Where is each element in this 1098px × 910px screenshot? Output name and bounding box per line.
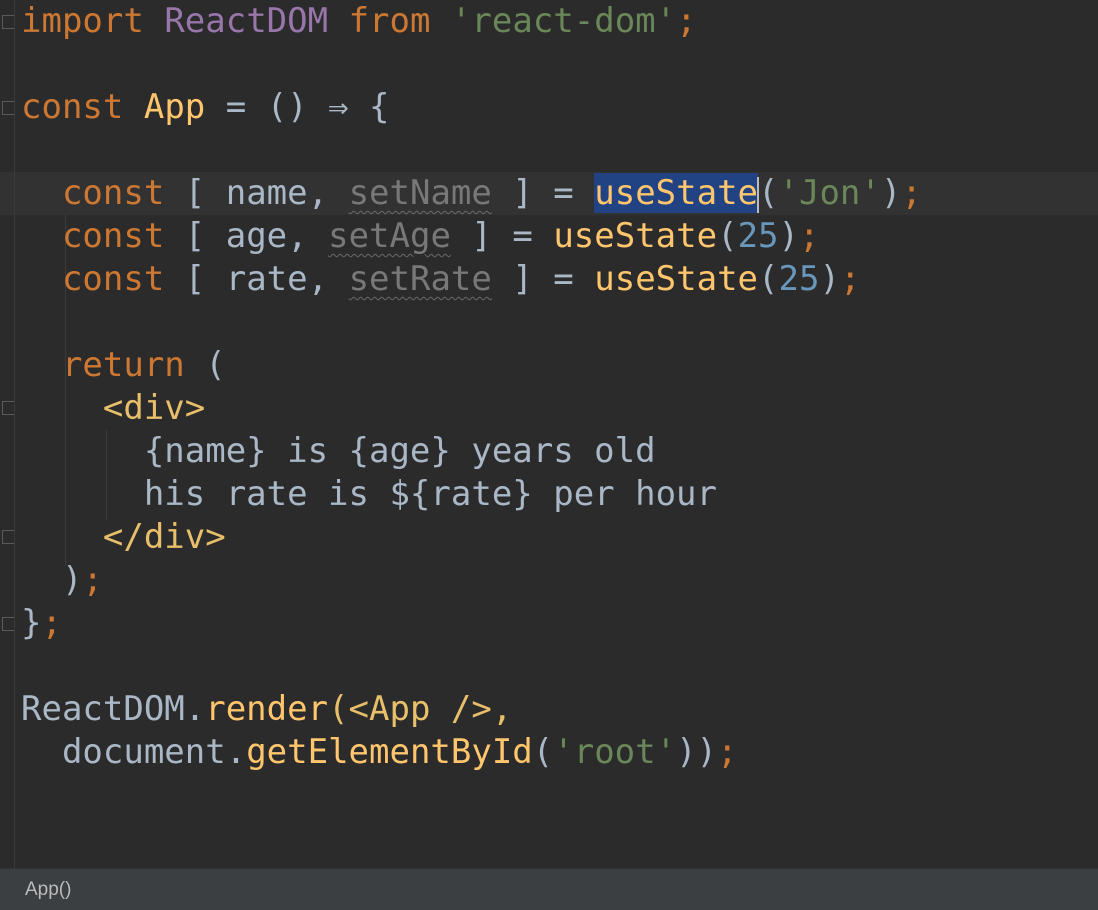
breadcrumb-item[interactable]: App() [25, 869, 71, 910]
keyword-from: from [348, 1, 431, 41]
code-line-17: ReactDOM.render(<App />, [21, 688, 512, 731]
code-line-10: <div> [21, 387, 205, 430]
identifier-app: App [143, 87, 206, 127]
code-line-13: </div> [21, 516, 226, 559]
method-render: render [205, 689, 329, 729]
paren: ) [880, 173, 902, 213]
paren: )) [676, 732, 718, 772]
code-line-5: const [ name, setName ] = useState('Jon'… [21, 172, 922, 215]
semicolon: ; [82, 560, 103, 600]
brace: } [21, 603, 42, 643]
paren: ( [758, 259, 779, 299]
fold-icon[interactable] [2, 15, 14, 29]
destructure-open: [ age, [184, 216, 308, 256]
hook-call: useState [594, 259, 759, 299]
destructure-close: ] = [512, 173, 574, 213]
number-arg: 25 [778, 259, 820, 299]
identifier-reactdom: ReactDOM. [21, 689, 206, 729]
jsx-text: {name} is {age} years old [143, 431, 656, 471]
paren: ( [758, 173, 779, 213]
destructure-open: [ name, [184, 173, 329, 213]
code-line-6: const [ age, setAge ] = useState(25); [21, 215, 820, 258]
paren: ( [717, 216, 738, 256]
keyword-const: const [61, 216, 165, 256]
paren: ( [205, 345, 226, 385]
semicolon: ; [676, 1, 697, 41]
semicolon: ; [839, 259, 861, 299]
paren: ) [778, 216, 800, 256]
method-getelementbyid: getElementById [246, 732, 533, 772]
jsx-text: his rate is ${rate} per hour [143, 474, 717, 514]
paren: ) [61, 560, 83, 600]
fold-icon[interactable] [2, 401, 14, 415]
unused-setter: setRate [348, 259, 492, 299]
number-arg: 25 [737, 216, 779, 256]
keyword-const: const [21, 87, 124, 127]
jsx-app-element: (<App />, [328, 689, 513, 729]
unused-setter: setAge [328, 216, 451, 256]
code-line-9: return ( [21, 344, 226, 387]
ide-window: import ReactDOM from 'react-dom'; const … [0, 0, 1098, 910]
string-arg: 'root' [553, 732, 677, 772]
fold-icon[interactable] [2, 101, 14, 115]
keyword-const: const [61, 259, 165, 299]
jsx-close-tag: </div> [102, 517, 226, 557]
breadcrumb-bar: App() [0, 868, 1098, 910]
fold-icon[interactable] [2, 530, 14, 544]
string-module: 'react-dom' [450, 1, 677, 41]
keyword-import: import [21, 1, 144, 41]
string-arg: 'Jon' [778, 173, 881, 213]
code-line-1: import ReactDOM from 'react-dom'; [21, 0, 697, 43]
semicolon: ; [41, 603, 62, 643]
paren: ) [819, 259, 840, 299]
code-line-12: his rate is ${rate} per hour [21, 473, 717, 516]
semicolon: ; [901, 173, 922, 213]
identifier-reactdom: ReactDOM [164, 1, 329, 41]
semicolon: ; [717, 732, 738, 772]
code-editor[interactable]: import ReactDOM from 'react-dom'; const … [0, 0, 1098, 868]
destructure-close: ] = [512, 259, 574, 299]
gutter-divider [14, 0, 15, 868]
selected-text: useState [594, 173, 759, 213]
destructure-close: ] = [471, 216, 533, 256]
code-line-3: const App = () ⇒ { [21, 86, 390, 129]
fold-icon[interactable] [2, 617, 14, 631]
code-line-11: {name} is {age} years old [21, 430, 656, 473]
code-line-7: const [ rate, setRate ] = useState(25); [21, 258, 860, 301]
keyword-return: return [61, 345, 185, 385]
hook-call: useState [553, 216, 718, 256]
semicolon: ; [799, 216, 820, 256]
keyword-const: const [61, 173, 165, 213]
unused-setter: setName [348, 173, 492, 213]
arrow-function: = () ⇒ { [225, 87, 390, 127]
code-line-18: document.getElementById('root')); [21, 731, 738, 774]
jsx-open-tag: <div> [102, 388, 206, 428]
code-line-15: }; [21, 602, 62, 645]
identifier-document: document. [61, 732, 247, 772]
paren: ( [532, 732, 554, 772]
destructure-open: [ rate, [184, 259, 329, 299]
code-line-14: ); [21, 559, 103, 602]
